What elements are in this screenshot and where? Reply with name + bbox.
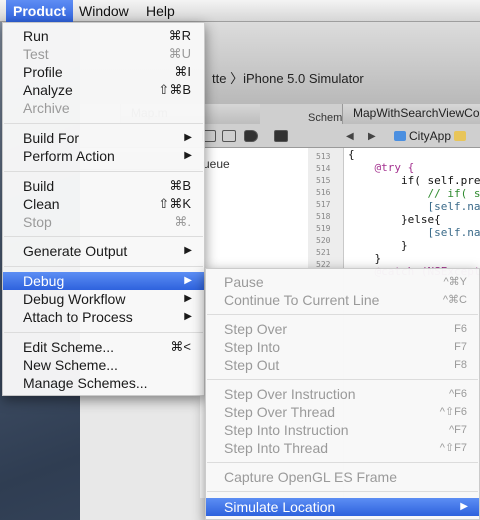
shortcut: ⌘. [174, 214, 191, 229]
menu-separator [207, 491, 478, 492]
comment-icon[interactable] [274, 130, 288, 142]
menu-separator [207, 379, 478, 380]
back-arrow-icon[interactable]: ◀ [346, 131, 354, 142]
shortcut: ^F6 [449, 388, 467, 400]
code-line: // if( s [348, 187, 480, 200]
menubar-help[interactable]: Help [139, 0, 182, 22]
menu-item-step-over-thread[interactable]: Step Over Thread ^⇧F6 [206, 403, 479, 421]
shortcut: ⌘U [168, 46, 191, 61]
shortcut: F6 [454, 323, 467, 335]
code-line: { [348, 148, 355, 161]
shortcut: ^F7 [449, 424, 467, 436]
shortcut: ⇧⌘K [158, 196, 191, 211]
submenu-arrow-icon: ▶ [184, 132, 192, 143]
breadcrumb[interactable]: CityApp [394, 129, 469, 143]
shortcut: ^⌘C [442, 294, 467, 306]
menu-item-stop[interactable]: Stop ⌘. [3, 213, 204, 231]
menu-separator [4, 236, 203, 237]
menubar-window[interactable]: Window [72, 0, 136, 22]
menu-item-clean[interactable]: Clean ⇧⌘K [3, 195, 204, 213]
submenu-arrow-icon: ▶ [184, 311, 192, 322]
menu-item-step-into-instruction[interactable]: Step Into Instruction ^F7 [206, 421, 479, 439]
menu-item-test[interactable]: Test ⌘U [3, 45, 204, 63]
shortcut: ^⇧F6 [439, 406, 467, 418]
menu-item-profile[interactable]: Profile ⌘I [3, 63, 204, 81]
shortcut: ^⌘Y [443, 276, 468, 288]
menu-item-attach-to-process[interactable]: Attach to Process ▶ [3, 308, 204, 326]
shortcut: ⌘< [170, 339, 191, 354]
debug-submenu: Pause ^⌘Y Continue To Current Line ^⌘C S… [205, 268, 480, 520]
menu-item-analyze[interactable]: Analyze ⇧⌘B [3, 81, 204, 99]
code-line: [self.na [348, 226, 480, 239]
shortcut: ⌘B [169, 178, 191, 193]
submenu-arrow-icon: ▶ [184, 150, 192, 161]
menu-item-continue-to-current-line[interactable]: Continue To Current Line ^⌘C [206, 291, 479, 309]
menu-separator [4, 123, 203, 124]
shortcut: ⇧⌘B [158, 82, 191, 97]
menu-item-step-into-thread[interactable]: Step Into Thread ^⇧F7 [206, 439, 479, 457]
menu-item-generate-output[interactable]: Generate Output ▶ [3, 242, 204, 260]
menu-bar: Product Window Help [0, 0, 480, 22]
queue-label: ueue [203, 157, 230, 171]
grid-icon[interactable] [222, 130, 236, 142]
menu-separator [207, 462, 478, 463]
code-line: }else{ [348, 213, 441, 226]
tab-mapwithsearchviewcontroller[interactable]: MapWithSearchViewCor [342, 104, 480, 124]
menu-item-step-over[interactable]: Step Over F6 [206, 320, 479, 338]
code-line: } [348, 239, 408, 252]
shortcut: ^⇧F7 [439, 442, 467, 454]
submenu-arrow-icon: ▶ [460, 501, 468, 512]
menu-item-build-for[interactable]: Build For ▶ [3, 129, 204, 147]
code-line: if( self.pre [348, 174, 480, 187]
product-menu: Run ⌘R Test ⌘U Profile ⌘I Analyze ⇧⌘B Ar… [2, 22, 205, 396]
menu-item-step-over-instruction[interactable]: Step Over Instruction ^F6 [206, 385, 479, 403]
folder-icon [454, 131, 467, 141]
menu-item-perform-action[interactable]: Perform Action ▶ [3, 147, 204, 165]
menu-item-capture-opengl-es-frame[interactable]: Capture OpenGL ES Frame [206, 468, 479, 486]
code-line: } [348, 252, 382, 265]
menu-item-archive[interactable]: Archive [3, 99, 204, 117]
breadcrumb-project: CityApp [409, 129, 452, 143]
menu-item-debug[interactable]: Debug ▶ [3, 272, 204, 290]
menu-item-step-into[interactable]: Step Into F7 [206, 338, 479, 356]
menu-item-simulate-location[interactable]: Simulate Location ▶ [206, 498, 479, 516]
menu-item-run[interactable]: Run ⌘R [3, 27, 204, 45]
menu-item-new-scheme[interactable]: New Scheme... [3, 356, 204, 374]
shortcut: ⌘I [174, 64, 191, 79]
menu-item-pause[interactable]: Pause ^⌘Y [206, 273, 479, 291]
scheme-destination[interactable]: tte 〉iPhone 5.0 Simulator [212, 68, 364, 87]
menu-separator [207, 314, 478, 315]
menu-item-edit-scheme[interactable]: Edit Scheme... ⌘< [3, 338, 204, 356]
editor-toolstrip [200, 128, 310, 146]
code-line: [self.na [348, 200, 480, 213]
shortcut: F8 [454, 359, 467, 371]
menu-item-step-out[interactable]: Step Out F8 [206, 356, 479, 374]
menu-item-build[interactable]: Build ⌘B [3, 177, 204, 195]
shortcut: F7 [454, 341, 467, 353]
menu-separator [4, 332, 203, 333]
code-line: @try { [348, 161, 415, 174]
tag-icon[interactable] [244, 130, 258, 142]
menu-separator [4, 266, 203, 267]
forward-arrow-icon[interactable]: ▶ [368, 131, 376, 142]
menu-separator [4, 171, 203, 172]
menu-item-debug-workflow[interactable]: Debug Workflow ▶ [3, 290, 204, 308]
shortcut: ⌘R [168, 28, 191, 43]
menu-item-manage-schemes[interactable]: Manage Schemes... [3, 374, 204, 392]
submenu-arrow-icon: ▶ [184, 245, 192, 256]
project-icon [394, 131, 406, 141]
menubar-product[interactable]: Product [6, 0, 73, 22]
submenu-arrow-icon: ▶ [184, 293, 192, 304]
submenu-arrow-icon: ▶ [184, 275, 192, 286]
